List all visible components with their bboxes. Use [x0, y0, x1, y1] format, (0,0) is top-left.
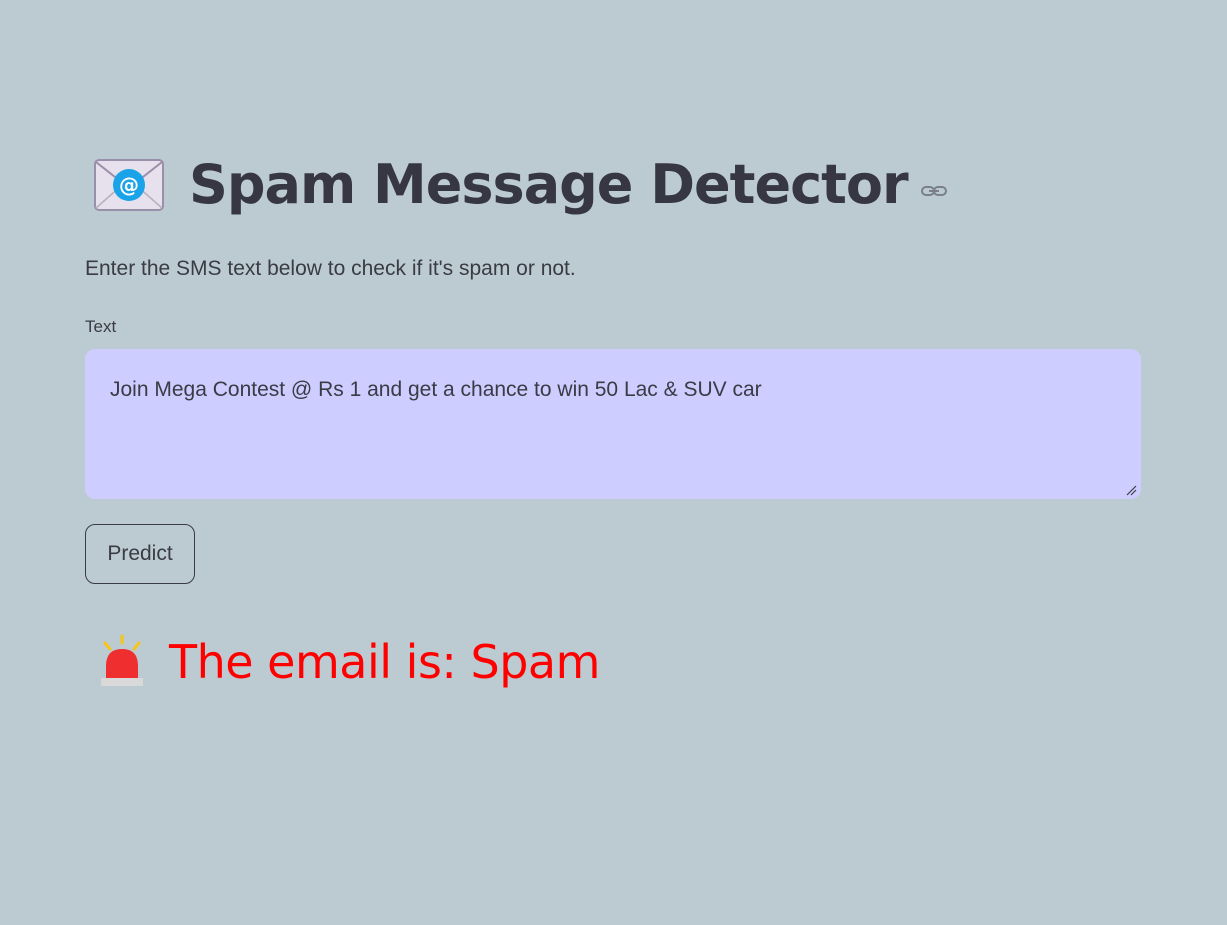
page-title: Spam Message Detector: [189, 153, 909, 216]
app-root: @ Spam Message Detector Enter the SMS te…: [0, 0, 1227, 925]
resize-handle-icon[interactable]: [1125, 483, 1137, 496]
link-icon[interactable]: [920, 181, 948, 201]
sms-textarea-container: Join Mega Contest @ Rs 1 and get a chanc…: [85, 349, 1141, 499]
title-row: @ Spam Message Detector: [93, 140, 1141, 230]
envelope-icon: @: [93, 158, 165, 212]
svg-text:@: @: [119, 173, 139, 197]
main-content: @ Spam Message Detector Enter the SMS te…: [85, 140, 1141, 690]
sms-text-input[interactable]: Join Mega Contest @ Rs 1 and get a chanc…: [85, 349, 1141, 499]
result-row: The email is: Spam: [99, 634, 1141, 690]
siren-icon: [99, 634, 145, 690]
prediction-result: The email is: Spam: [169, 635, 600, 689]
text-field-label: Text: [85, 317, 117, 336]
predict-button[interactable]: Predict: [85, 524, 195, 584]
intro-text: Enter the SMS text below to check if it'…: [85, 257, 576, 280]
